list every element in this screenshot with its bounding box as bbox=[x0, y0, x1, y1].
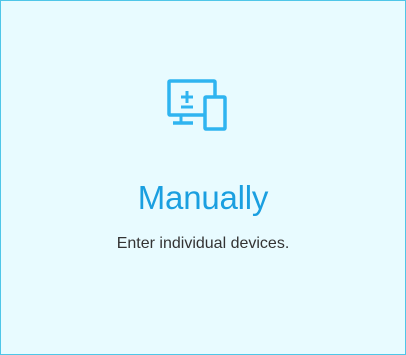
card-subtitle: Enter individual devices. bbox=[116, 235, 290, 252]
monitor-add-device-icon bbox=[167, 79, 251, 135]
manual-entry-card[interactable]: Manually Enter individual devices. bbox=[0, 0, 406, 355]
card-title: Manually bbox=[137, 179, 269, 216]
